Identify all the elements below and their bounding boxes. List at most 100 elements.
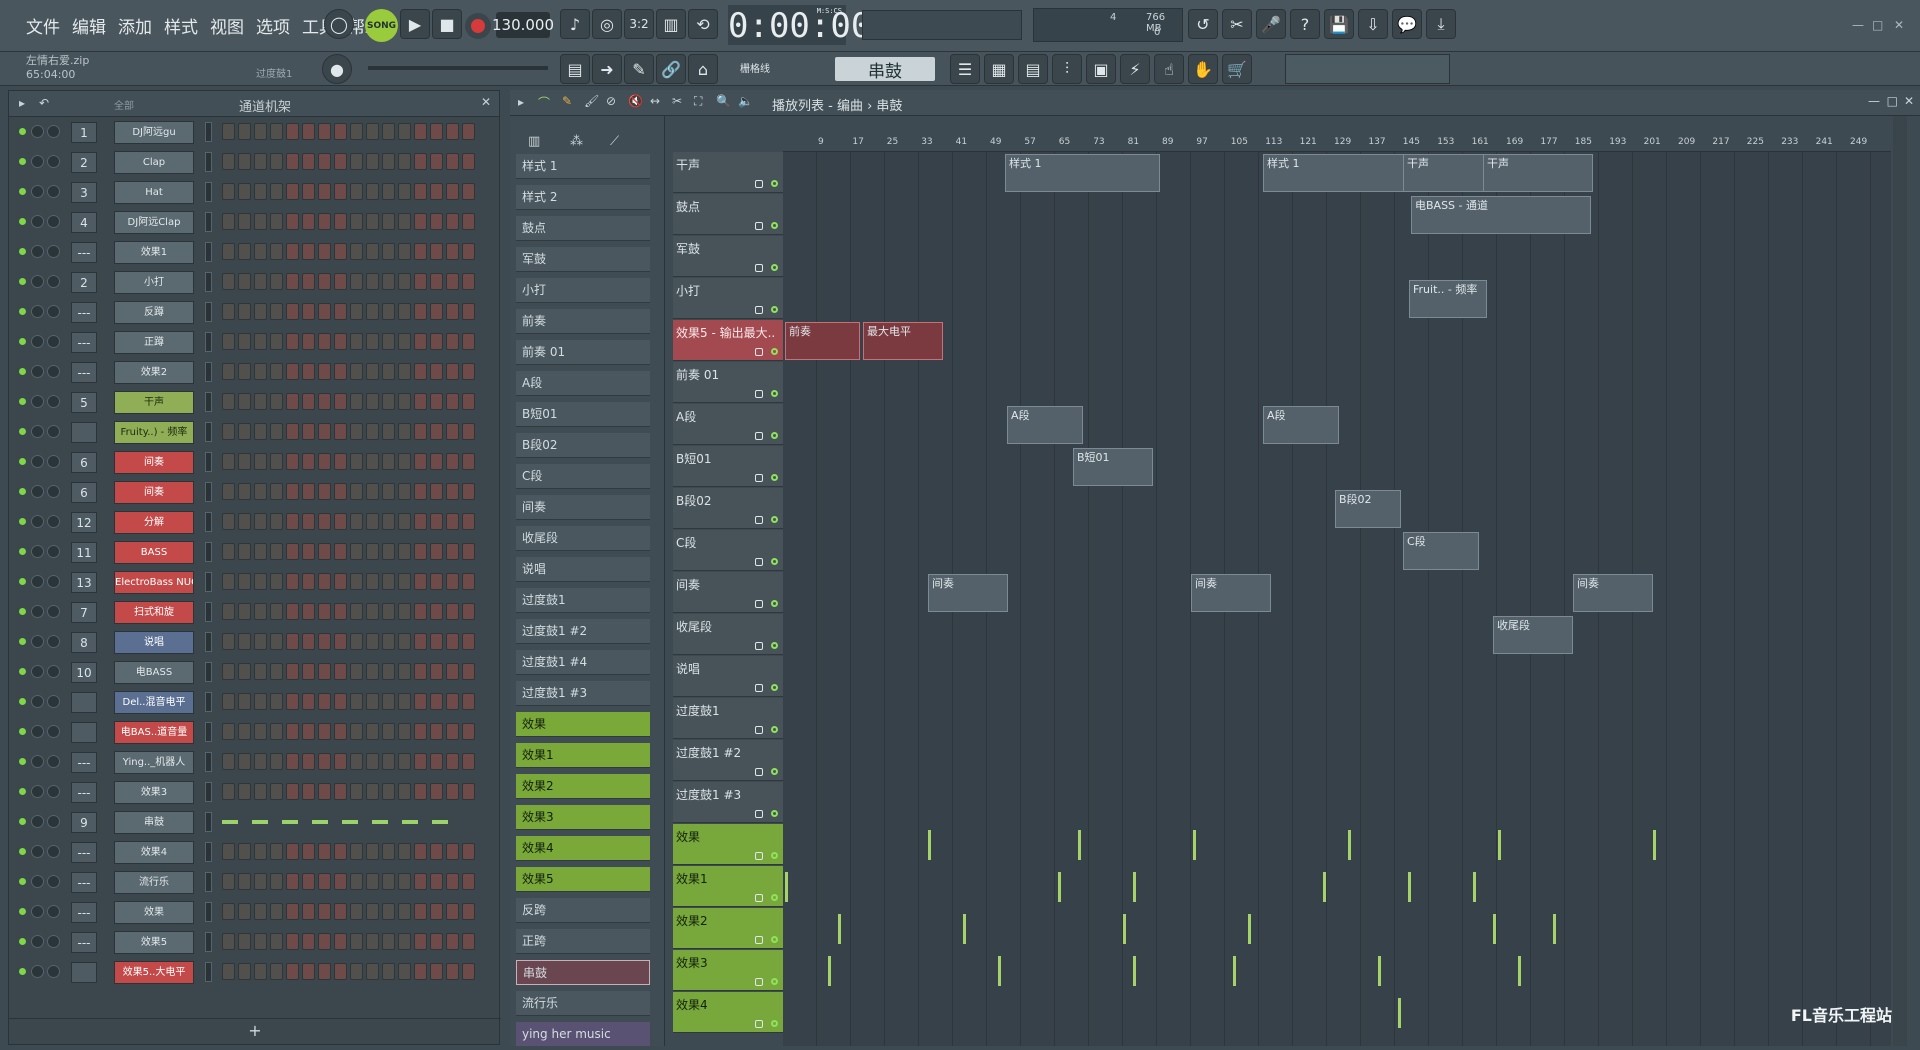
note-mark[interactable] — [1398, 998, 1401, 1028]
playlist-clip[interactable]: 样式 1 — [1005, 154, 1160, 192]
step-button[interactable] — [222, 723, 235, 740]
cart-icon[interactable]: 🛒 — [1222, 54, 1252, 84]
channel-select[interactable] — [205, 212, 212, 232]
step-buttons[interactable] — [222, 543, 475, 560]
step-button[interactable] — [318, 903, 331, 920]
step-button[interactable] — [446, 243, 459, 260]
step-button[interactable] — [430, 873, 443, 890]
step-button[interactable] — [302, 183, 315, 200]
channel-volume-knob-icon[interactable] — [31, 125, 44, 138]
step-button[interactable] — [222, 363, 235, 380]
step-button[interactable] — [318, 153, 331, 170]
step-button[interactable] — [430, 243, 443, 260]
step-button[interactable] — [462, 423, 475, 440]
step-button[interactable] — [286, 483, 299, 500]
channel-mixer-track[interactable]: --- — [71, 782, 97, 803]
channel-pan-knob-icon[interactable] — [47, 275, 60, 288]
step-button[interactable] — [446, 723, 459, 740]
step-button[interactable] — [462, 123, 475, 140]
track-enable-icon[interactable] — [771, 474, 778, 481]
step-button[interactable] — [382, 903, 395, 920]
channel-pan-knob-icon[interactable] — [47, 515, 60, 528]
step-buttons[interactable] — [222, 123, 475, 140]
step-button[interactable] — [302, 243, 315, 260]
step-button[interactable] — [414, 933, 427, 950]
channel-name[interactable]: 分解 — [114, 511, 194, 534]
channel-mute-led[interactable] — [19, 938, 26, 945]
step-button[interactable] — [318, 543, 331, 560]
channel-row[interactable]: 13 ElectroBass NUC — [9, 567, 501, 597]
step-button[interactable] — [350, 303, 363, 320]
channel-pan-knob-icon[interactable] — [47, 245, 60, 258]
step-button[interactable] — [238, 423, 251, 440]
step-button[interactable] — [430, 423, 443, 440]
step-button[interactable] — [446, 933, 459, 950]
step-button[interactable] — [446, 963, 459, 980]
step-button[interactable] — [430, 633, 443, 650]
channel-select[interactable] — [205, 182, 212, 202]
step-button[interactable] — [254, 543, 267, 560]
note-mark[interactable] — [1133, 872, 1136, 902]
mic-icon[interactable]: 🎤 — [1256, 9, 1286, 39]
step-button[interactable] — [302, 393, 315, 410]
step-button[interactable] — [222, 303, 235, 320]
step-button[interactable] — [350, 783, 363, 800]
step-button[interactable] — [334, 663, 347, 680]
step-button[interactable] — [238, 483, 251, 500]
step-button[interactable] — [302, 873, 315, 890]
pattern-item[interactable]: A段 — [516, 371, 650, 396]
step-button[interactable] — [414, 273, 427, 290]
channel-row[interactable]: 电BAS..道音量 — [9, 717, 501, 747]
step-button[interactable] — [318, 663, 331, 680]
lock-icon[interactable] — [755, 978, 763, 986]
step-button[interactable] — [366, 573, 379, 590]
track-header[interactable]: B段02 — [673, 488, 783, 529]
track-enable-icon[interactable] — [771, 642, 778, 649]
playlist-close-icon[interactable]: ✕ — [1904, 94, 1914, 108]
picker-patterns-icon[interactable]: ▥ — [528, 134, 540, 149]
step-button[interactable] — [366, 183, 379, 200]
step-button[interactable] — [286, 963, 299, 980]
step-button[interactable] — [350, 873, 363, 890]
track-header[interactable]: 前奏 01 — [673, 362, 783, 403]
rack-menu-icon[interactable]: ▸ — [19, 96, 25, 110]
channel-mute-led[interactable] — [19, 128, 26, 135]
channel-mute-led[interactable] — [19, 698, 26, 705]
channel-pan-knob-icon[interactable] — [47, 845, 60, 858]
track-header[interactable]: 说唱 — [673, 656, 783, 697]
step-button[interactable] — [302, 543, 315, 560]
step-button[interactable] — [254, 213, 267, 230]
step-button[interactable] — [398, 783, 411, 800]
track-enable-icon[interactable] — [771, 264, 778, 271]
note-mark[interactable] — [928, 830, 931, 860]
step-button[interactable] — [222, 873, 235, 890]
step-button[interactable] — [286, 933, 299, 950]
step-button[interactable] — [334, 783, 347, 800]
pattern-item[interactable]: 过度鼓1 #2 — [516, 619, 650, 644]
channel-mixer-track[interactable]: 7 — [71, 602, 97, 623]
track-header[interactable]: C段 — [673, 530, 783, 571]
channel-name[interactable]: 效果3 — [114, 781, 194, 804]
browser-icon[interactable]: ▣ — [1086, 54, 1116, 84]
timeline-ruler[interactable]: 9 17 25 33 41 49 57 65 73 81 89 97 105 113 121 129 137 14… — [783, 136, 1891, 152]
step-button[interactable] — [286, 303, 299, 320]
step-button[interactable] — [334, 303, 347, 320]
step-button[interactable] — [398, 303, 411, 320]
channel-name[interactable]: Clap — [114, 151, 194, 174]
channel-select[interactable] — [205, 602, 212, 622]
channel-pan-knob-icon[interactable] — [47, 965, 60, 978]
step-button[interactable] — [222, 603, 235, 620]
channel-select[interactable] — [205, 242, 212, 262]
step-button[interactable] — [334, 543, 347, 560]
step-button[interactable] — [382, 423, 395, 440]
channel-select[interactable] — [205, 752, 212, 772]
channel-row[interactable]: 12 分解 — [9, 507, 501, 537]
channel-mixer-track[interactable]: --- — [71, 362, 97, 383]
channel-row[interactable]: 4 DJ阿远Clap — [9, 207, 501, 237]
step-button[interactable] — [254, 123, 267, 140]
add-channel-button[interactable]: + — [9, 1018, 501, 1044]
menu-add[interactable]: 添加 — [118, 13, 152, 38]
step-button[interactable] — [302, 423, 315, 440]
menu-edit[interactable]: 编辑 — [72, 13, 106, 38]
step-buttons[interactable] — [222, 693, 475, 710]
